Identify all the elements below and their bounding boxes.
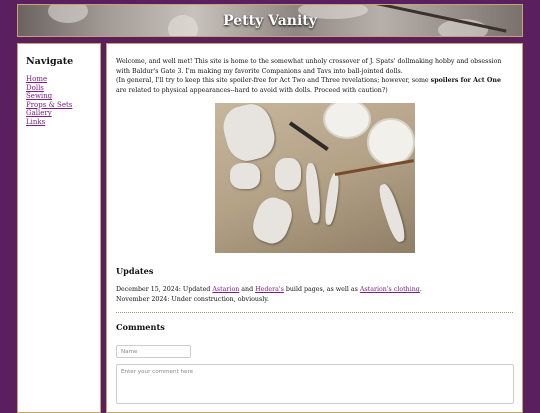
name-input[interactable]: Name <box>116 344 191 358</box>
doll-parts-photo <box>214 103 415 254</box>
nav-link-dolls[interactable]: Dolls <box>26 84 100 93</box>
nav-link-sewing[interactable]: Sewing <box>26 92 100 101</box>
photo-doll-head <box>274 158 301 191</box>
update-entry: December 15, 2024: Updated Astarion and … <box>116 285 513 295</box>
update-text: build pages, as well as <box>283 285 360 293</box>
site-title: Petty Vanity <box>223 13 317 29</box>
astarion-clothing-link[interactable]: Astarion's clothing <box>360 286 420 293</box>
update-text: . <box>419 285 422 293</box>
section-divider <box>116 312 513 314</box>
hedera-link[interactable]: Hedera's <box>255 286 284 293</box>
intro-line1: Welcome, and well met! This site is home… <box>116 58 502 75</box>
nav-link-props-sets[interactable]: Props & Sets <box>26 101 100 110</box>
intro-line2-start: (In general, I'll try to keep this site … <box>116 77 431 85</box>
nav-link-home[interactable]: Home <box>26 75 100 84</box>
comments-heading: Comments <box>116 322 165 333</box>
main-content: Welcome, and well met! This site is home… <box>106 43 523 413</box>
nav-link-gallery[interactable]: Gallery <box>26 109 100 118</box>
intro-spoiler-warning: spoilers for Act One <box>430 77 501 85</box>
update-date-text: December 15, 2024: Updated <box>116 285 213 293</box>
photo-doll-part <box>229 163 260 190</box>
comment-textarea[interactable]: Enter your comment here <box>116 363 514 404</box>
updates-heading: Updates <box>116 266 154 277</box>
site-banner: Petty Vanity <box>17 4 523 37</box>
nav-link-links[interactable]: Links <box>26 118 100 127</box>
astarion-link[interactable]: Astarion <box>212 286 239 293</box>
intro-paragraph: Welcome, and well met! This site is home… <box>116 57 513 95</box>
update-entry: November 2024: Under construction, obvio… <box>116 295 269 303</box>
intro-line2-end: are related to physical appearances--har… <box>116 86 388 94</box>
update-text: and <box>239 285 256 293</box>
sidebar: Navigate Home Dolls Sewing Props & Sets … <box>17 43 101 413</box>
sidebar-heading: Navigate <box>26 56 74 67</box>
